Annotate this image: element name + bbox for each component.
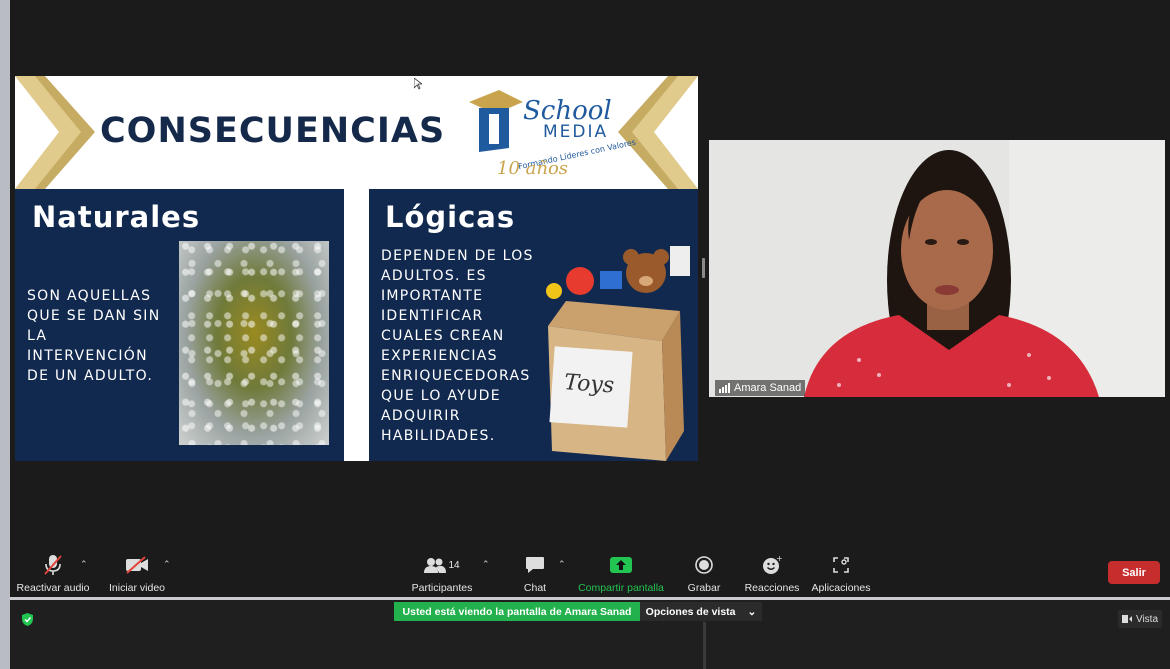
leave-meeting-button[interactable]: Salir (1108, 561, 1160, 584)
participants-icon (424, 558, 447, 573)
left-chevron-decoration (15, 76, 95, 189)
unmute-audio-button[interactable]: Reactivar audio (16, 545, 90, 597)
shared-slide: CONSECUENCIAS School MEDIA Formando Líde… (15, 76, 698, 461)
reactions-button[interactable]: + Reacciones (744, 545, 800, 597)
view-label: Vista (1135, 613, 1159, 625)
view-layout-icon (1121, 615, 1132, 623)
participants-options-chevron-icon[interactable]: ⌃ (482, 559, 490, 570)
participants-button[interactable]: 14 Participantes (410, 545, 474, 597)
security-shield-icon[interactable] (22, 613, 33, 626)
split-resize-handle[interactable] (702, 258, 705, 278)
microphone-muted-icon (44, 555, 62, 575)
view-options-dropdown[interactable]: Opciones de vista ⌄ (640, 602, 762, 621)
chat-icon (526, 557, 544, 573)
view-button[interactable]: Vista (1118, 610, 1162, 628)
left-edge-strip (0, 0, 10, 669)
start-video-button[interactable]: Iniciar video (106, 545, 168, 597)
logo-media-text: MEDIA (543, 122, 609, 142)
school-media-logo: School MEDIA Formando Líderes con Valore… (465, 88, 637, 183)
video-options-chevron-icon[interactable]: ⌃ (163, 559, 171, 570)
slide-divider (344, 189, 369, 461)
apps-icon (833, 557, 849, 573)
mouse-pointer-icon (414, 78, 422, 90)
viewing-screen-banner: Usted está viendo la pantalla de Amara S… (394, 602, 640, 621)
slide-title: CONSECUENCIAS (100, 111, 446, 151)
share-screen-label: Compartir pantalla (578, 582, 664, 594)
screen-share-bar: Usted está viendo la pantalla de Amara S… (10, 600, 1170, 669)
graduation-cap-icon (469, 90, 523, 152)
share-divider-line (703, 622, 706, 669)
record-label: Grabar (687, 582, 721, 594)
logo-years: 10 años (497, 158, 569, 179)
apps-label: Aplicaciones (811, 582, 871, 594)
record-button[interactable]: Grabar (682, 545, 726, 597)
toy-box-image: Toys (546, 246, 690, 461)
start-video-label: Iniciar video (108, 582, 166, 594)
audio-options-chevron-icon[interactable]: ⌃ (80, 559, 88, 570)
apps-button[interactable]: Aplicaciones (810, 545, 872, 597)
toys-box-label: Toys (563, 370, 615, 398)
naturales-text: SON AQUELLAS QUE SE DAN SIN LA INTERVENC… (27, 288, 161, 384)
signal-strength-icon (719, 383, 730, 393)
chat-label: Chat (523, 582, 547, 594)
chat-button[interactable]: Chat (516, 545, 554, 597)
video-camera-off-icon (126, 556, 148, 574)
reactions-label: Reacciones (744, 582, 800, 594)
participant-name: Amara Sanad (734, 382, 802, 394)
meeting-toolbar: Reactivar audio ⌃ Iniciar video ⌃ 14 Par… (10, 545, 1170, 597)
participants-count: 14 (448, 559, 460, 571)
rain-window-image (179, 241, 329, 445)
logicas-heading: Lógicas (385, 200, 516, 234)
slide-header: CONSECUENCIAS School MEDIA Formando Líde… (15, 76, 698, 189)
logicas-text: DEPENDEN DE LOS ADULTOS. ES IMPORTANTE I… (381, 248, 534, 444)
participant-video-tile[interactable]: Amara Sanad (709, 140, 1165, 397)
chevron-down-icon: ⌄ (747, 605, 757, 618)
naturales-heading: Naturales (32, 200, 201, 234)
chat-options-chevron-icon[interactable]: ⌃ (558, 559, 566, 570)
participant-name-label: Amara Sanad (715, 380, 806, 396)
unmute-audio-label: Reactivar audio (16, 582, 90, 594)
reactions-icon: + (763, 555, 782, 574)
share-screen-button[interactable]: Compartir pantalla (576, 545, 666, 597)
view-options-label: Opciones de vista (645, 605, 736, 618)
record-icon (695, 556, 713, 574)
share-screen-icon (610, 557, 632, 573)
participants-label: Participantes (411, 582, 473, 594)
participant-video-feed (709, 140, 1165, 397)
svg-text:+: + (776, 555, 782, 563)
